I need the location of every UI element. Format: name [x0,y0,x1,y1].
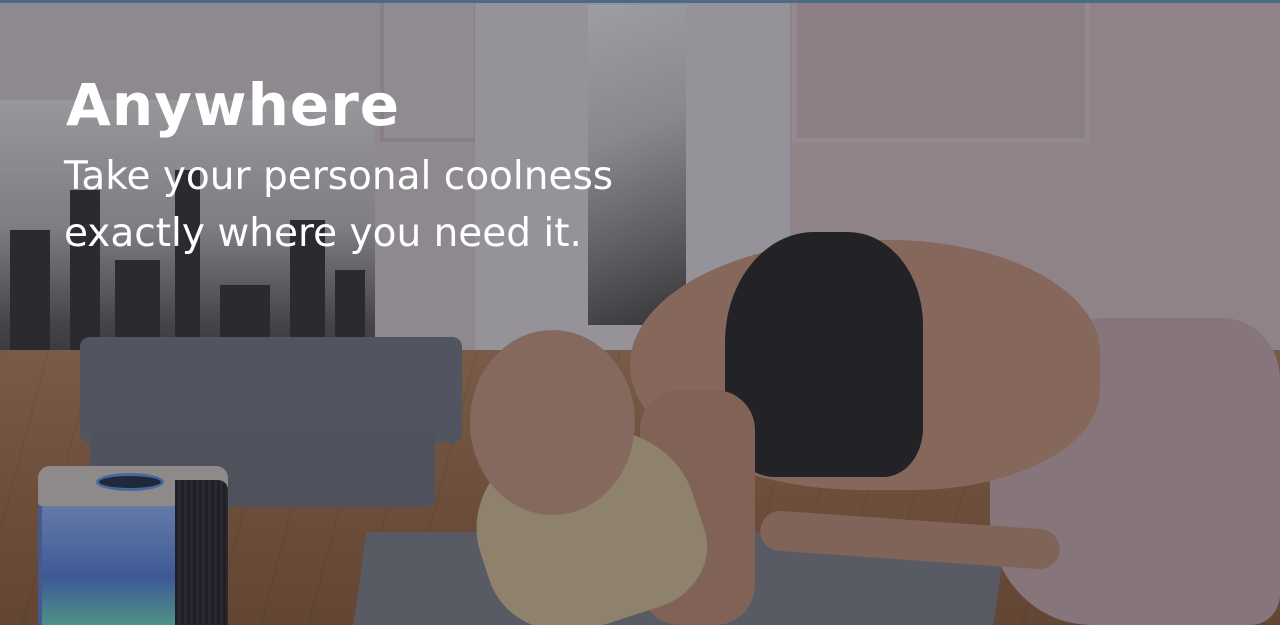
top-border [0,0,1280,3]
hero-subtitle-line1: Take your personal coolness [64,154,614,199]
hero-subtitle: Take your personal coolness exactly wher… [64,148,684,262]
hero-title: Anywhere [66,71,401,139]
hero-subtitle-line2: exactly where you need it. [64,211,582,256]
